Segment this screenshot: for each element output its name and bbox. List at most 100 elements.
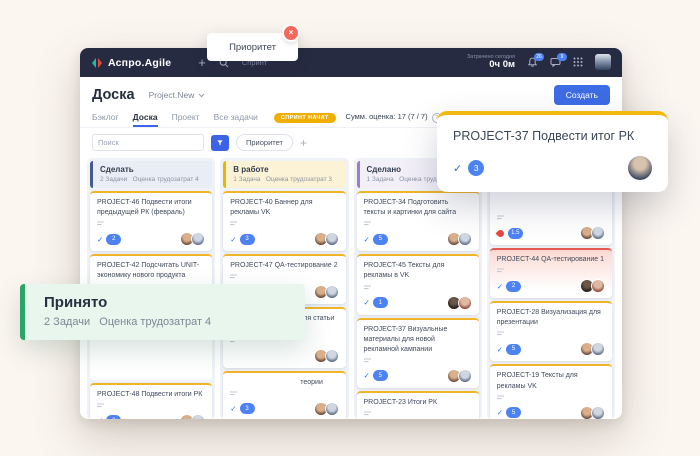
priority-icon: [495, 228, 505, 238]
funnel-icon: [217, 139, 223, 147]
avatars: [583, 279, 605, 293]
board-header: Доска Project.New Создать: [80, 77, 622, 108]
estimate-badge: 2: [106, 234, 121, 245]
card-footer: ✓ 3: [230, 232, 338, 246]
task-title: PROJECT-28 Визуализация для презентации: [497, 308, 605, 328]
estimate-badge: 1.5: [508, 228, 523, 239]
column-header[interactable]: Сделать 2 Задачи Оценка трудозатрат 4: [90, 161, 212, 188]
task-card[interactable]: PROJECT-45 Тексты для рекламы в VK ✓ 1: [357, 254, 479, 314]
card-footer: 1.5: [497, 226, 605, 240]
column-title: Сделать: [100, 165, 205, 174]
avatar: [591, 226, 605, 240]
accepted-title: Принято: [44, 294, 305, 311]
project-name: Project.New: [149, 90, 195, 100]
time-value: 0ч 0м: [467, 60, 515, 71]
task-card[interactable]: PROJECT-34 Подготовить тексты и картинки…: [357, 191, 479, 251]
sprint-status-badge: СПРИНТ НАЧАТ: [274, 113, 336, 123]
estimate-badge: 3: [468, 160, 484, 176]
task-card[interactable]: теории ✓ 3: [223, 371, 345, 419]
task-card[interactable]: PROJECT-28 Визуализация для презентации …: [490, 301, 612, 361]
estimate-badge: 5: [373, 234, 388, 245]
estimate-badge: 5: [373, 370, 388, 381]
card-footer: ✓ 5: [497, 406, 605, 419]
avatars: [450, 232, 472, 246]
task-card[interactable]: PROJECT-19 Тексты для рекламы VK ✓ 5: [490, 364, 612, 419]
description-icon: [230, 221, 338, 227]
description-icon: [497, 395, 605, 401]
task-card[interactable]: PROJECT-46 Подвести итоги предыдущей РК …: [90, 191, 212, 251]
task-card[interactable]: PROJECT-23 Итоги РК ✓ 5: [357, 391, 479, 419]
task-title: PROJECT-42 Подсчитать UNIT-экономику нов…: [97, 261, 205, 281]
tab-Все задачи[interactable]: Все задачи: [214, 112, 258, 127]
description-icon: [497, 331, 605, 337]
chevron-down-icon: [198, 93, 205, 98]
avatars: [583, 226, 605, 240]
description-icon: [230, 274, 338, 280]
check-icon: ✓: [497, 345, 503, 354]
task-card[interactable]: PROJECT-40 Баннер для рекламы VK ✓ 3: [223, 191, 345, 251]
avatars: [317, 232, 339, 246]
app-window: Аспро.Agile + Спринт Затрачено сегодня 0…: [80, 48, 622, 419]
check-icon: ✓: [364, 371, 370, 380]
column-header[interactable]: В работе 1 Задача Оценка трудозатрат 3: [223, 161, 345, 188]
task-title: PROJECT-19 Тексты для рекламы VK: [497, 371, 605, 391]
check-icon: ✓: [230, 235, 236, 244]
avatar: [458, 296, 472, 310]
description-icon: [364, 285, 472, 291]
filter-button[interactable]: [211, 135, 229, 151]
notifications-button[interactable]: 26: [527, 57, 538, 68]
avatar: [325, 285, 339, 299]
column-cards: 1.5 PROJECT-44 QA-тестирование 1 ✓ 2 PRO…: [490, 175, 612, 419]
user-avatar[interactable]: [595, 54, 611, 70]
tab-Бэклог[interactable]: Бэклог: [92, 112, 119, 127]
check-icon: ✓: [497, 408, 503, 417]
task-card[interactable]: PROJECT-48 Подвести итоги РК ✓ 2: [90, 383, 212, 419]
avatar: [628, 156, 652, 180]
board-column: 1.5 PROJECT-44 QA-тестирование 1 ✓ 2 PRO…: [487, 158, 615, 419]
avatars: [317, 285, 339, 299]
estimate-badge: 2: [106, 415, 121, 419]
tab-Доска[interactable]: Доска: [133, 112, 158, 127]
estimate-badge: 5: [506, 344, 521, 355]
messages-button[interactable]: 9: [550, 57, 561, 67]
check-icon: ✓: [364, 235, 370, 244]
add-filter-icon[interactable]: +: [300, 137, 307, 149]
task-title: PROJECT-46 Подвести итоги предыдущей РК …: [97, 198, 205, 218]
avatar: [191, 414, 205, 419]
search-input[interactable]: [92, 134, 204, 151]
add-icon[interactable]: +: [198, 56, 206, 69]
description-icon: [497, 215, 605, 221]
description-icon: [497, 268, 605, 274]
task-card[interactable]: PROJECT-44 QA-тестирование 1 ✓ 2: [490, 248, 612, 298]
avatars: [317, 349, 339, 363]
task-popup[interactable]: PROJECT-37 Подвести итог РК ✓ 3: [437, 111, 668, 192]
estimate-badge: 2: [506, 281, 521, 292]
task-title: PROJECT-48 Подвести итоги РК: [97, 390, 205, 400]
task-card[interactable]: PROJECT-37 Визуальные материалы для ново…: [357, 318, 479, 388]
page-background: Аспро.Agile + Спринт Затрачено сегодня 0…: [0, 0, 700, 456]
board-column: Сделано 1 Задача Оценка трудозатрат PROJ…: [354, 158, 482, 419]
estimate-badge: 3: [240, 403, 255, 414]
priority-filter-chip[interactable]: Приоритет: [236, 134, 293, 151]
card-footer: ✓ 5: [497, 342, 605, 356]
create-button[interactable]: Создать: [554, 85, 610, 105]
card-footer: ✓ 5: [364, 369, 472, 383]
avatar: [591, 342, 605, 356]
card-footer: ✓ 1: [364, 296, 472, 310]
project-selector[interactable]: Project.New: [149, 90, 206, 100]
apps-grid-button[interactable]: [573, 57, 583, 67]
avatars: [450, 296, 472, 310]
estimate-badge: 3: [240, 234, 255, 245]
app-logo[interactable]: Аспро.Agile: [91, 57, 171, 69]
tab-Проект[interactable]: Проект: [172, 112, 200, 127]
accepted-panel: Принято 2 Задачи Оценка трудозатрат 4: [20, 284, 305, 340]
card-footer: ✓ 2: [497, 279, 605, 293]
estimate-badge: 5: [506, 407, 521, 418]
description-icon: [364, 411, 472, 417]
close-icon[interactable]: ×: [284, 26, 298, 40]
estimate-summary: Сумм. оценка: 17 (7 / 7)?: [346, 112, 442, 122]
column-title: В работе: [233, 165, 338, 174]
avatar: [458, 369, 472, 383]
avatars: [183, 232, 205, 246]
messages-badge: 9: [557, 53, 567, 61]
